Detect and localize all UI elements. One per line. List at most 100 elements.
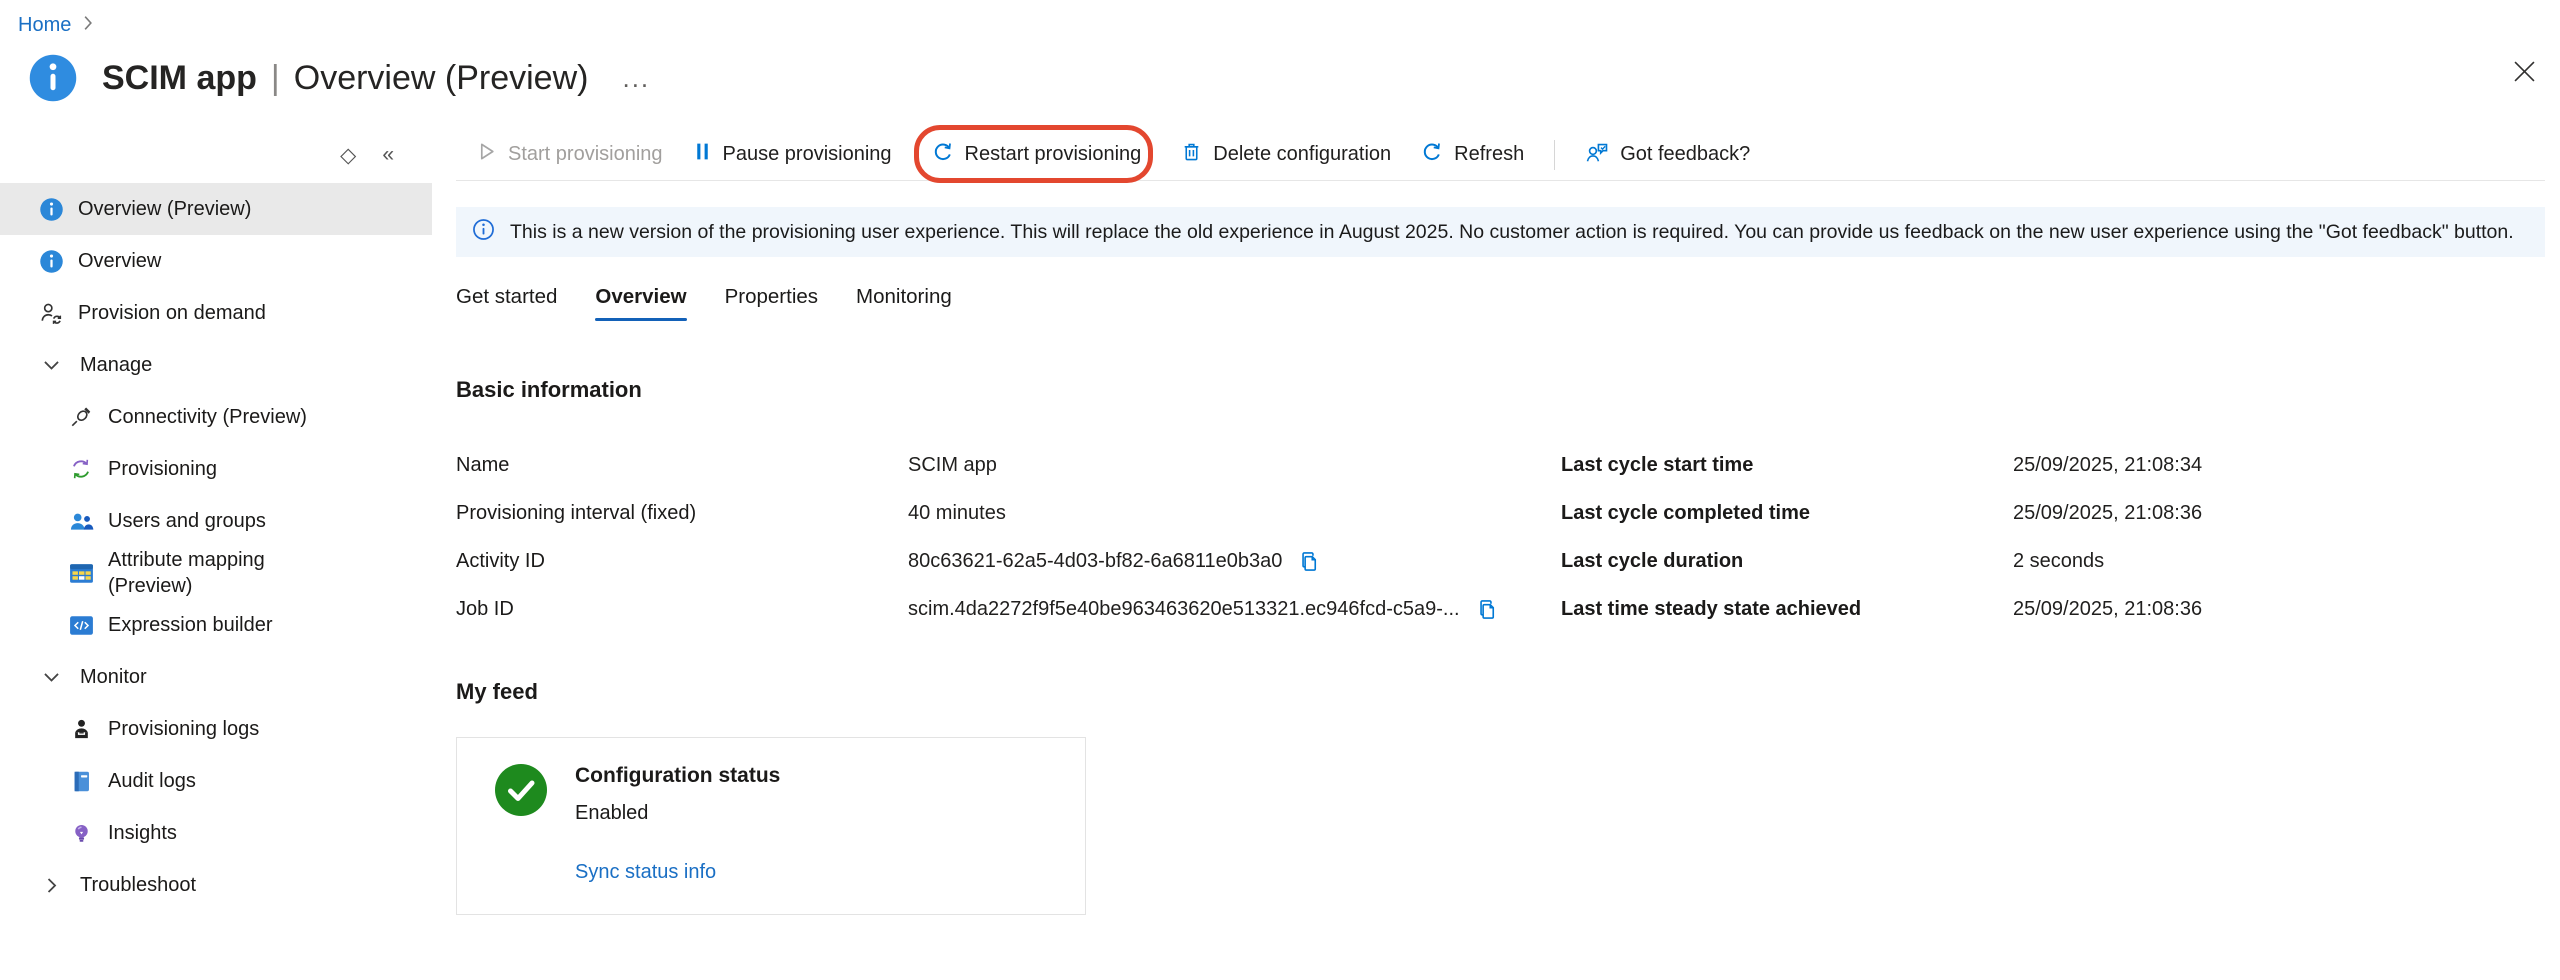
sidebar-item-provisioning-logs[interactable]: Provisioning logs <box>0 703 432 755</box>
configuration-status-card: Configuration status Enabled Sync status… <box>456 737 1086 915</box>
code-icon <box>68 615 94 636</box>
sidebar-item-label: Overview <box>78 248 161 274</box>
sidebar-group-troubleshoot[interactable]: Troubleshoot <box>0 859 432 911</box>
copy-icon[interactable] <box>1298 550 1321 573</box>
toolbar-divider <box>1554 140 1555 170</box>
delete-configuration-button[interactable]: Delete configuration <box>1181 141 1391 168</box>
start-provisioning-button[interactable]: Start provisioning <box>476 141 663 168</box>
card-title: Configuration status <box>575 764 780 788</box>
people-icon <box>68 510 94 533</box>
sidebar-item-label: Audit logs <box>108 768 196 794</box>
status-value: Enabled <box>575 802 780 825</box>
sidebar-item-overview-preview[interactable]: Overview (Preview) <box>0 183 432 235</box>
breadcrumb: Home <box>0 0 2560 37</box>
sidebar-item-label: Provisioning logs <box>108 716 259 742</box>
field-value: 25/09/2025, 21:08:34 <box>2013 454 2202 477</box>
field-label: Last cycle completed time <box>1561 502 2013 525</box>
table-icon <box>68 563 94 584</box>
field-provisioning-interval: Provisioning interval (fixed) 40 minutes <box>456 489 1561 537</box>
field-value: SCIM app <box>908 454 997 477</box>
field-activity-id: Activity ID 80c63621-62a5-4d03-bf82-6a68… <box>456 537 1561 585</box>
chevron-down-icon <box>38 668 64 687</box>
field-value: 25/09/2025, 21:08:36 <box>2013 598 2202 621</box>
app-info-icon <box>28 53 78 103</box>
field-label: Activity ID <box>456 550 908 573</box>
field-label: Job ID <box>456 598 908 621</box>
field-label: Last cycle start time <box>1561 454 2013 477</box>
field-label: Last cycle duration <box>1561 550 2013 573</box>
sidebar-item-expression-builder[interactable]: Expression builder <box>0 599 432 651</box>
tab-overview[interactable]: Overview <box>595 285 686 321</box>
sidebar-item-label: Attribute mapping (Preview) <box>108 547 323 599</box>
sidebar-item-attribute-mapping[interactable]: Attribute mapping (Preview) <box>0 547 432 599</box>
sidebar-item-connectivity[interactable]: Connectivity (Preview) <box>0 391 432 443</box>
sidebar-group-manage[interactable]: Manage <box>0 339 432 391</box>
chevron-down-icon <box>38 356 64 375</box>
close-icon[interactable] <box>2511 58 2538 90</box>
field-label: Provisioning interval (fixed) <box>456 502 908 525</box>
restart-icon <box>932 141 954 169</box>
tab-monitoring[interactable]: Monitoring <box>856 285 952 321</box>
sidebar-item-users-and-groups[interactable]: Users and groups <box>0 495 432 547</box>
tab-get-started[interactable]: Get started <box>456 285 557 321</box>
pause-provisioning-button[interactable]: Pause provisioning <box>693 141 892 168</box>
card-body: Configuration status Enabled Sync status… <box>575 764 780 914</box>
breadcrumb-chevron-icon <box>81 15 95 36</box>
banner-text: This is a new version of the provisionin… <box>510 221 2514 244</box>
sidebar-item-provisioning[interactable]: Provisioning <box>0 443 432 495</box>
success-check-icon <box>495 764 547 914</box>
collapse-sidebar-icon[interactable]: « <box>382 143 394 167</box>
page-title-text: Overview (Preview) <box>294 59 589 98</box>
sidebar-group-label: Monitor <box>80 664 147 690</box>
page-title: SCIM app | Overview (Preview) <box>102 59 588 98</box>
sync-status-info-link[interactable]: Sync status info <box>575 861 716 884</box>
sidebar-group-label: Manage <box>80 352 152 378</box>
sidebar-item-label: Connectivity (Preview) <box>108 404 307 430</box>
field-value: 40 minutes <box>908 502 1006 525</box>
my-feed-heading: My feed <box>456 679 2545 705</box>
restart-provisioning-button[interactable]: Restart provisioning <box>932 141 1142 169</box>
sidebar-header: ◇ « <box>0 129 432 181</box>
tab-properties[interactable]: Properties <box>725 285 818 321</box>
basic-info-left-column: Name SCIM app Provisioning interval (fix… <box>456 441 1561 633</box>
refresh-button[interactable]: Refresh <box>1421 141 1524 169</box>
sidebar-group-monitor[interactable]: Monitor <box>0 651 432 703</box>
sidebar-item-insights[interactable]: Insights <box>0 807 432 859</box>
title-bar: SCIM app | Overview (Preview) ... <box>0 53 2560 103</box>
person-log-icon <box>68 718 94 741</box>
field-name: Name SCIM app <box>456 441 1561 489</box>
dock-icon[interactable]: ◇ <box>340 143 356 168</box>
refresh-icon <box>1421 141 1443 169</box>
breadcrumb-home-link[interactable]: Home <box>18 14 71 37</box>
sidebar-group-label: Troubleshoot <box>80 872 196 898</box>
command-bar: Start provisioning Pause provisioning <box>456 129 2545 181</box>
trash-icon <box>1181 141 1202 168</box>
field-value: scim.4da2272f9f5e40be963463620e513321.ec… <box>908 598 1460 621</box>
restart-provisioning-label: Restart provisioning <box>965 143 1142 166</box>
chevron-right-icon <box>38 876 64 895</box>
field-last-cycle-completed: Last cycle completed time 25/09/2025, 21… <box>1561 489 2560 537</box>
sidebar-item-audit-logs[interactable]: Audit logs <box>0 755 432 807</box>
play-icon <box>476 141 497 168</box>
info-circle-icon <box>472 218 495 247</box>
field-job-id: Job ID scim.4da2272f9f5e40be963463620e51… <box>456 585 1561 633</box>
sidebar: ◇ « Overview (Preview) Overview <box>0 129 432 915</box>
sidebar-item-overview[interactable]: Overview <box>0 235 432 287</box>
content-area: ◇ « Overview (Preview) Overview <box>0 129 2560 915</box>
more-actions-icon[interactable]: ... <box>622 73 650 83</box>
got-feedback-button[interactable]: Got feedback? <box>1585 141 1750 169</box>
sidebar-item-label: Overview (Preview) <box>78 196 251 222</box>
copy-icon[interactable] <box>1476 598 1499 621</box>
sidebar-item-label: Users and groups <box>108 508 266 534</box>
delete-configuration-label: Delete configuration <box>1213 143 1391 166</box>
plug-icon <box>68 405 94 429</box>
sidebar-item-provision-on-demand[interactable]: Provision on demand <box>0 287 432 339</box>
field-value: 2 seconds <box>2013 550 2104 573</box>
sidebar-nav: Overview (Preview) Overview <box>0 183 432 911</box>
book-icon <box>68 770 94 793</box>
main-panel: Start provisioning Pause provisioning <box>432 129 2560 915</box>
refresh-label: Refresh <box>1454 143 1524 166</box>
pause-provisioning-label: Pause provisioning <box>723 143 892 166</box>
got-feedback-label: Got feedback? <box>1620 143 1750 166</box>
pause-icon <box>693 141 712 168</box>
